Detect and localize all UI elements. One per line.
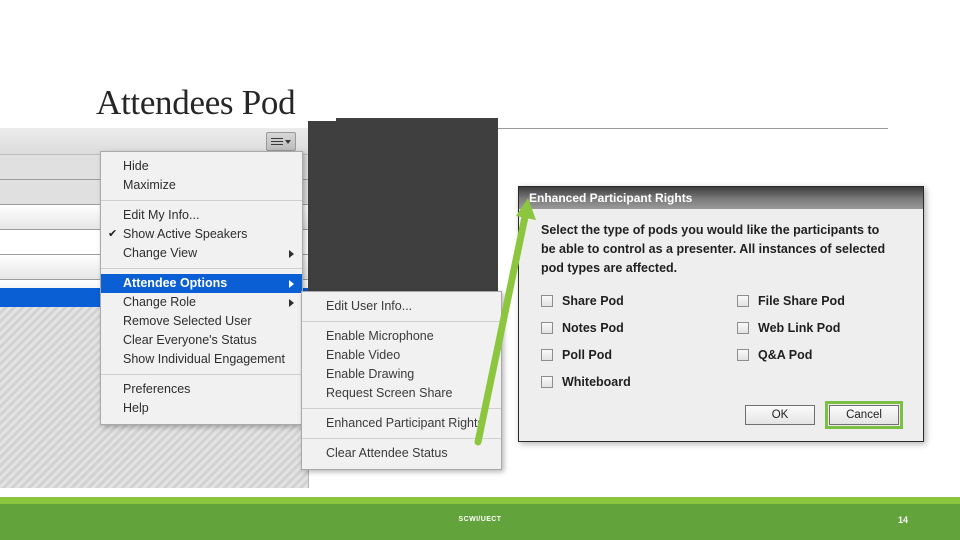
footer-label: SCWI/UECT xyxy=(458,516,502,523)
page-title: Attendees Pod xyxy=(96,83,296,122)
checkbox-share-pod[interactable]: Share Pod xyxy=(541,294,737,308)
chevron-down-icon xyxy=(285,139,291,144)
chevron-right-icon xyxy=(289,250,294,258)
menu-item-label: Enable Video xyxy=(326,348,401,362)
checkbox-label: Poll Pod xyxy=(562,348,612,362)
menu-item-label: Show Active Speakers xyxy=(123,227,248,241)
arrow-pointer-icon xyxy=(474,198,536,446)
dialog-title: Enhanced Participant Rights xyxy=(519,187,923,209)
pod-context-menu: Hide Maximize Edit My Info... Show Activ… xyxy=(100,151,303,425)
menu-item-label: Help xyxy=(123,401,149,415)
menu-item-label: Enable Microphone xyxy=(326,329,434,343)
menu-item-attendee-options[interactable]: Attendee Options xyxy=(101,274,302,293)
hamburger-bars xyxy=(271,136,283,147)
chevron-right-icon xyxy=(289,299,294,307)
checkbox-poll-pod[interactable]: Poll Pod xyxy=(541,348,737,362)
menu-item-remove-selected-user[interactable]: Remove Selected User xyxy=(101,312,302,331)
slide-canvas: Attendees Pod Hide Maximize Edit My Info… xyxy=(0,0,960,540)
checkbox-qa-pod[interactable]: Q&A Pod xyxy=(737,348,933,362)
menu-item-label: Attendee Options xyxy=(123,276,228,290)
checkbox-icon[interactable] xyxy=(737,295,749,307)
pod-type-checkbox-grid: Share Pod File Share Pod Notes Pod Web L… xyxy=(541,294,901,389)
checkbox-label: Notes Pod xyxy=(562,321,624,335)
menu-item-label: Clear Attendee Status xyxy=(326,446,448,460)
enhanced-participant-rights-dialog: Enhanced Participant Rights Select the t… xyxy=(518,186,924,442)
checkbox-web-link-pod[interactable]: Web Link Pod xyxy=(737,321,933,335)
menu-item-label: Change Role xyxy=(123,295,196,309)
menu-item-label: Edit My Info... xyxy=(123,208,200,222)
menu-item-label: Request Screen Share xyxy=(326,386,453,400)
ok-button[interactable]: OK xyxy=(745,405,815,425)
menu-item-show-active-speakers[interactable]: Show Active Speakers xyxy=(101,225,302,244)
menu-item-label: Remove Selected User xyxy=(123,314,252,328)
menu-separator xyxy=(101,374,302,375)
chevron-right-icon xyxy=(289,280,294,288)
menu-item-preferences[interactable]: Preferences xyxy=(101,380,302,399)
menu-item-label: Enhanced Participant Rights xyxy=(326,416,484,430)
footer-accent-bar xyxy=(0,497,960,504)
menu-item-help[interactable]: Help xyxy=(101,399,302,418)
dialog-body: Select the type of pods you would like t… xyxy=(519,209,923,389)
checkbox-file-share-pod[interactable]: File Share Pod xyxy=(737,294,933,308)
menu-item-show-individual-engagement[interactable]: Show Individual Engagement xyxy=(101,350,302,369)
menu-item-label: Maximize xyxy=(123,178,176,192)
menu-item-maximize[interactable]: Maximize xyxy=(101,176,302,195)
checkbox-label: Web Link Pod xyxy=(758,321,841,335)
page-number: 14 xyxy=(897,515,908,525)
checkbox-label: Share Pod xyxy=(562,294,624,308)
menu-item-label: Preferences xyxy=(123,382,191,396)
dialog-description: Select the type of pods you would like t… xyxy=(541,223,886,275)
menu-item-edit-my-info[interactable]: Edit My Info... xyxy=(101,206,302,225)
checkbox-icon[interactable] xyxy=(737,322,749,334)
checkbox-label: File Share Pod xyxy=(758,294,845,308)
menu-item-change-view[interactable]: Change View xyxy=(101,244,302,263)
menu-item-label: Show Individual Engagement xyxy=(123,352,285,366)
menu-item-label: Change View xyxy=(123,246,198,260)
menu-item-label: Enable Drawing xyxy=(326,367,415,381)
checkbox-whiteboard[interactable]: Whiteboard xyxy=(541,375,737,389)
dialog-button-row: OK Cancel xyxy=(745,401,903,429)
checkbox-notes-pod[interactable]: Notes Pod xyxy=(541,321,737,335)
cancel-button[interactable]: Cancel xyxy=(825,401,903,429)
menu-separator xyxy=(101,200,302,201)
menu-item-change-role[interactable]: Change Role xyxy=(101,293,302,312)
menu-separator xyxy=(101,268,302,269)
checkbox-icon[interactable] xyxy=(737,349,749,361)
menu-item-label: Hide xyxy=(123,159,149,173)
menu-item-label: Edit User Info... xyxy=(326,299,413,313)
menu-item-clear-everyones-status[interactable]: Clear Everyone's Status xyxy=(101,331,302,350)
menu-item-label: Clear Everyone's Status xyxy=(123,333,257,347)
checkbox-label: Whiteboard xyxy=(562,375,631,389)
menu-item-hide[interactable]: Hide xyxy=(101,157,302,176)
checkbox-label: Q&A Pod xyxy=(758,348,813,362)
title-divider xyxy=(498,128,888,129)
hamburger-menu-icon[interactable] xyxy=(266,132,296,151)
